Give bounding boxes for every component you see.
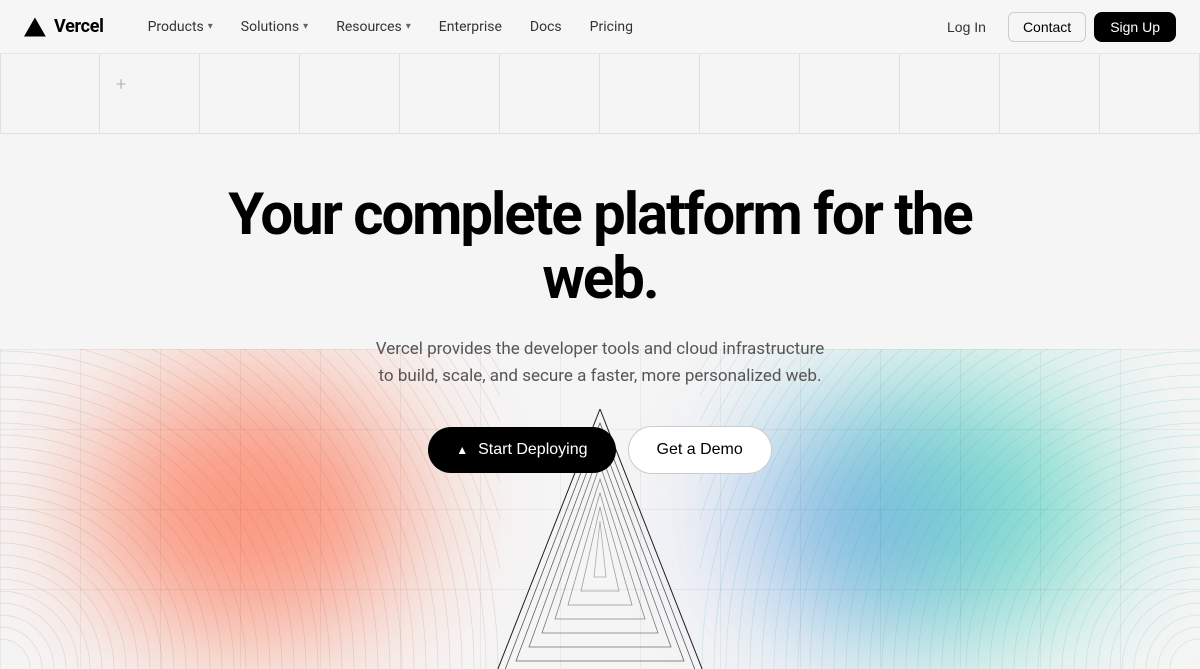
logo[interactable]: Vercel: [24, 16, 104, 38]
hero-title: Your complete platform for the web.: [210, 184, 990, 312]
resources-chevron-icon: ▾: [406, 21, 411, 32]
hero-subtitle: Vercel provides the developer tools and …: [376, 336, 824, 390]
deploy-triangle-icon: ▲: [456, 443, 468, 457]
contact-button[interactable]: Contact: [1008, 12, 1086, 42]
hero-buttons: ▲ Start Deploying Get a Demo: [428, 426, 772, 474]
main-content: +: [0, 0, 1200, 669]
hero-section: Your complete platform for the web. Verc…: [0, 54, 1200, 669]
products-chevron-icon: ▾: [208, 21, 213, 32]
signup-button[interactable]: Sign Up: [1094, 12, 1176, 42]
nav-links: Products ▾ Solutions ▾ Resources ▾ Enter…: [136, 13, 933, 41]
solutions-chevron-icon: ▾: [303, 21, 308, 32]
get-demo-button[interactable]: Get a Demo: [628, 426, 772, 474]
vercel-logo-icon: [24, 16, 46, 38]
nav-actions: Log In Contact Sign Up: [933, 12, 1176, 42]
nav-resources[interactable]: Resources ▾: [324, 13, 423, 41]
logo-text: Vercel: [54, 16, 104, 37]
nav-solutions[interactable]: Solutions ▾: [229, 13, 320, 41]
nav-enterprise[interactable]: Enterprise: [427, 13, 514, 41]
nav-docs[interactable]: Docs: [518, 13, 574, 41]
navbar: Vercel Products ▾ Solutions ▾ Resources …: [0, 0, 1200, 54]
nav-pricing[interactable]: Pricing: [578, 13, 645, 41]
start-deploying-button[interactable]: ▲ Start Deploying: [428, 427, 615, 473]
nav-products[interactable]: Products ▾: [136, 13, 225, 41]
login-button[interactable]: Log In: [933, 13, 1000, 41]
